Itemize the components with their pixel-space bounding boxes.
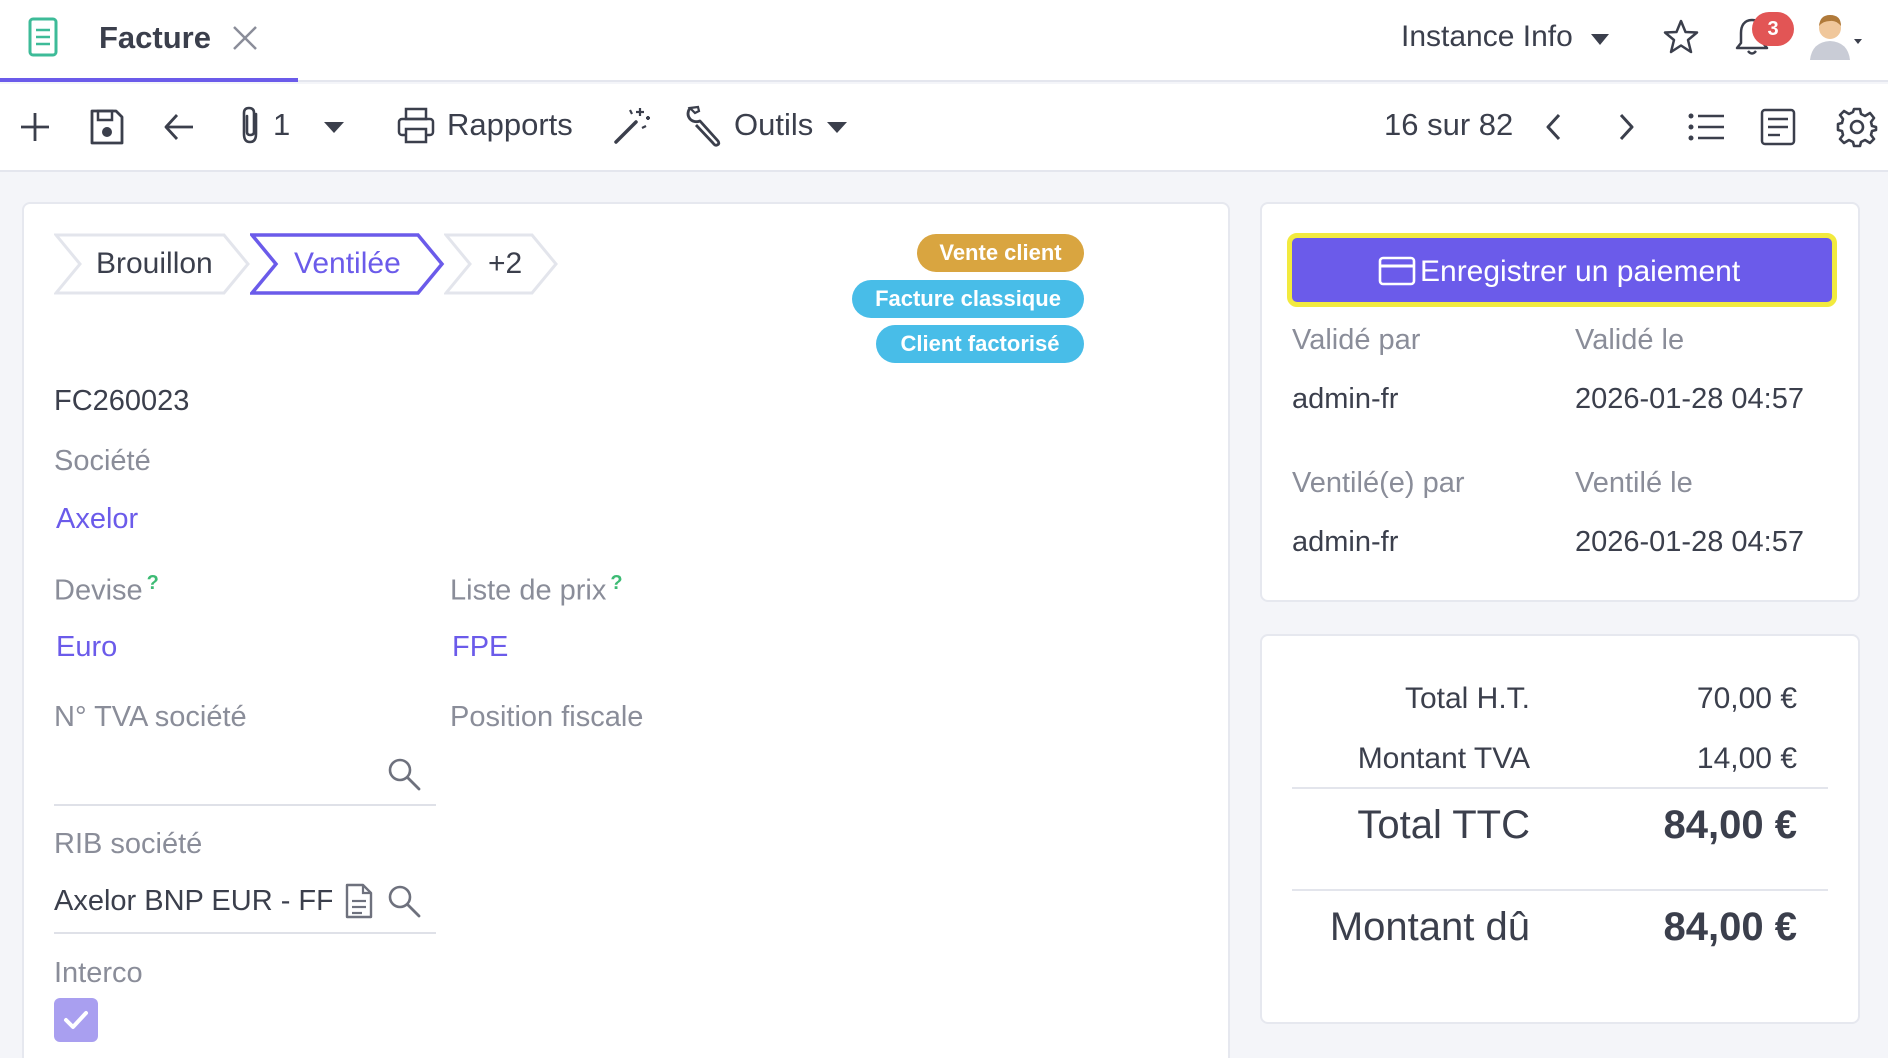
- search-icon[interactable]: [386, 756, 422, 792]
- new-icon[interactable]: [18, 110, 52, 144]
- back-arrow-icon[interactable]: [162, 110, 196, 144]
- tag-vente-client: Vente client: [917, 234, 1084, 272]
- reports-label: Rapports: [447, 107, 573, 142]
- amount-due-value: 84,00 €: [1663, 905, 1797, 949]
- status-step-label: Brouillon: [96, 247, 213, 280]
- notification-badge: 3: [1752, 12, 1794, 46]
- invoice-number: FC260023: [54, 385, 190, 417]
- currency-link[interactable]: Euro: [56, 631, 117, 664]
- validated-on-value: 2026-01-28 04:57: [1575, 383, 1804, 415]
- status-step-more[interactable]: +2: [444, 233, 562, 295]
- instance-info-menu[interactable]: Instance Info: [1401, 0, 1611, 80]
- chevron-left-icon[interactable]: [1544, 112, 1564, 142]
- validated-by-value: admin-fr: [1292, 383, 1399, 415]
- divider: [1292, 787, 1828, 789]
- total-ttc-value: 84,00 €: [1663, 803, 1797, 847]
- status-step-label: +2: [488, 247, 523, 280]
- check-icon: [63, 1009, 89, 1031]
- ventilated-by-value: admin-fr: [1292, 526, 1399, 558]
- interco-label: Interco: [54, 957, 143, 989]
- caret-down-icon: [827, 122, 847, 134]
- attachment-button[interactable]: 1: [236, 102, 296, 152]
- document-icon: [28, 17, 58, 57]
- tva-label: Montant TVA: [1357, 742, 1530, 775]
- fiscal-position-label: Position fiscale: [450, 701, 644, 733]
- company-label: Société: [54, 445, 151, 477]
- search-icon[interactable]: [386, 883, 422, 919]
- document-icon[interactable]: [344, 882, 374, 920]
- paperclip-icon: [236, 104, 264, 146]
- company-vat-field[interactable]: [54, 742, 436, 802]
- tab-facture[interactable]: Facture: [0, 0, 298, 82]
- divider: [1292, 889, 1828, 891]
- help-icon[interactable]: ?: [610, 572, 622, 594]
- field-underline: [54, 804, 436, 806]
- company-bank-value: Axelor BNP EUR - FF: [54, 885, 332, 917]
- avatar[interactable]: [1808, 12, 1862, 62]
- pricelist-label: Liste de prix?: [450, 572, 623, 607]
- validated-on-label: Validé le: [1575, 324, 1685, 356]
- ventilated-on-label: Ventilé le: [1575, 467, 1693, 499]
- caret-down-icon[interactable]: [324, 122, 344, 134]
- caret-down-icon: [1591, 34, 1609, 46]
- total-ht-label: Total H.T.: [1404, 682, 1530, 715]
- amount-due-label: Montant dû: [1329, 905, 1530, 949]
- instance-info-label: Instance Info: [1401, 20, 1573, 53]
- total-ht-value: 70,00 €: [1696, 682, 1797, 715]
- toolbar: 1 Rapports Outils 16 sur 82: [0, 84, 1888, 172]
- company-link[interactable]: Axelor: [56, 503, 138, 536]
- credit-card-icon: [1378, 256, 1416, 286]
- company-bank-label: RIB société: [54, 828, 203, 860]
- status-step-ventilated[interactable]: Ventilée: [250, 233, 446, 295]
- company-bank-field[interactable]: Axelor BNP EUR - FF: [54, 870, 436, 930]
- close-icon[interactable]: [231, 24, 259, 52]
- save-icon[interactable]: [89, 108, 125, 146]
- register-payment-label: Enregistrer un paiement: [1420, 255, 1741, 288]
- ventilated-on-value: 2026-01-28 04:57: [1575, 526, 1804, 558]
- tools-menu[interactable]: Outils: [684, 84, 854, 170]
- tva-value: 14,00 €: [1696, 742, 1797, 775]
- chevron-right-icon[interactable]: [1616, 112, 1636, 142]
- magic-wand-icon[interactable]: [612, 106, 652, 146]
- interco-checkbox[interactable]: [54, 998, 98, 1042]
- attachment-count: 1: [273, 107, 291, 142]
- currency-label: Devise?: [54, 572, 159, 607]
- total-ttc-label: Total TTC: [1357, 803, 1530, 847]
- company-vat-label: N° TVA société: [54, 701, 247, 733]
- tab-title: Facture: [99, 20, 211, 55]
- status-step-label: Ventilée: [294, 247, 401, 280]
- ventilated-by-label: Ventilé(e) par: [1292, 467, 1465, 499]
- gear-icon[interactable]: [1836, 106, 1878, 148]
- tools-label: Outils: [734, 107, 814, 142]
- validated-by-label: Validé par: [1292, 324, 1421, 356]
- pricelist-link[interactable]: FPE: [452, 631, 508, 664]
- form-view-icon[interactable]: [1760, 108, 1796, 146]
- field-underline: [54, 932, 436, 934]
- printer-icon: [396, 106, 436, 146]
- list-view-icon[interactable]: [1688, 112, 1726, 142]
- pager-text: 16 sur 82: [1384, 107, 1514, 142]
- reports-button[interactable]: Rapports: [396, 84, 581, 170]
- star-icon[interactable]: [1662, 18, 1700, 56]
- tag-facture-classique: Facture classique: [852, 280, 1084, 318]
- status-step-draft[interactable]: Brouillon: [54, 233, 252, 295]
- wrench-icon: [684, 104, 724, 148]
- register-payment-button[interactable]: Enregistrer un paiement: [1287, 233, 1837, 307]
- tag-client-factorise: Client factorisé: [876, 325, 1084, 363]
- top-bar: Facture Instance Info 3: [0, 0, 1888, 82]
- help-icon[interactable]: ?: [147, 572, 159, 594]
